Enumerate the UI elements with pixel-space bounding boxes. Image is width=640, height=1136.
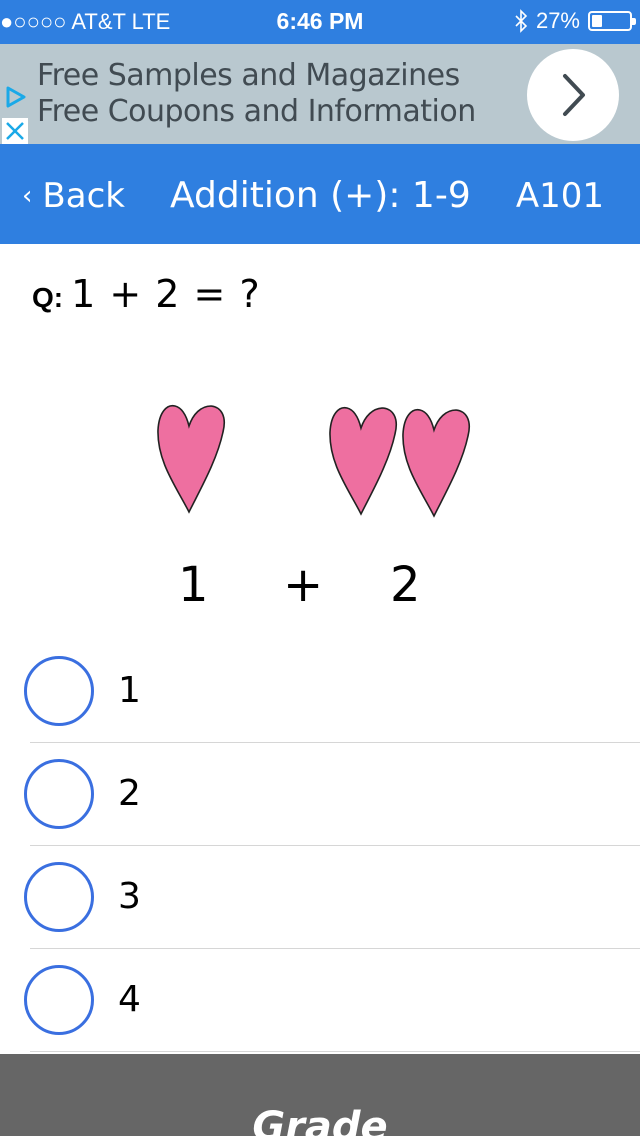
question: Q: 1 + 2 = ? [32,272,261,316]
illustration-right-number: 2 [390,557,421,613]
status-bar: ●○○○○ AT&T LTE 6:46 PM 27% [0,0,640,44]
back-label: Back [42,176,125,216]
illustration-left-number: 1 [178,557,209,613]
battery-fill [592,15,602,27]
heart-icon [329,406,398,516]
radio-button[interactable] [24,656,94,726]
answer-option[interactable]: 3 [0,846,640,949]
question-label: Q: [32,282,64,313]
ad-arrow-button[interactable] [527,49,619,141]
radio-button[interactable] [24,759,94,829]
nav-bar: ‹ Back Addition (+): 1-9 A101 [0,144,640,244]
close-icon[interactable] [2,118,28,144]
heart-icon [402,408,471,518]
answer-option[interactable]: 4 [0,949,640,1052]
bluetooth-icon [515,9,528,33]
lesson-code: A101 [515,176,604,216]
answer-option[interactable]: 2 [0,743,640,846]
answer-options: 1 2 3 4 [0,640,640,1052]
question-text: 1 + 2 = ? [71,272,261,316]
illustration-operator: + [283,557,324,613]
chevron-right-icon [563,74,585,116]
radio-button[interactable] [24,965,94,1035]
answer-option-label: 3 [118,876,141,917]
battery-icon [588,11,636,31]
answer-option[interactable]: 1 [0,640,640,743]
ad-text[interactable]: Free Samples and Magazines Free Coupons … [37,58,527,130]
back-button[interactable]: ‹ Back [22,176,125,216]
page-title: Addition (+): 1-9 [170,175,471,216]
answer-option-label: 4 [118,979,141,1020]
divider [30,1051,640,1052]
battery-percent: 27% [535,8,580,33]
grade-button[interactable]: Grade [0,1054,640,1136]
radio-button[interactable] [24,862,94,932]
answer-option-label: 2 [118,773,141,814]
chevron-left-icon: ‹ [22,181,33,211]
heart-icon [157,404,226,514]
status-right: 27% [514,8,636,34]
ad-choices-play-icon[interactable] [2,84,28,110]
ad-banner[interactable]: Free Samples and Magazines Free Coupons … [0,44,640,144]
answer-option-label: 1 [118,670,141,711]
question-illustration: 1 + 2 [150,395,480,625]
grade-label: Grade [252,1104,388,1136]
